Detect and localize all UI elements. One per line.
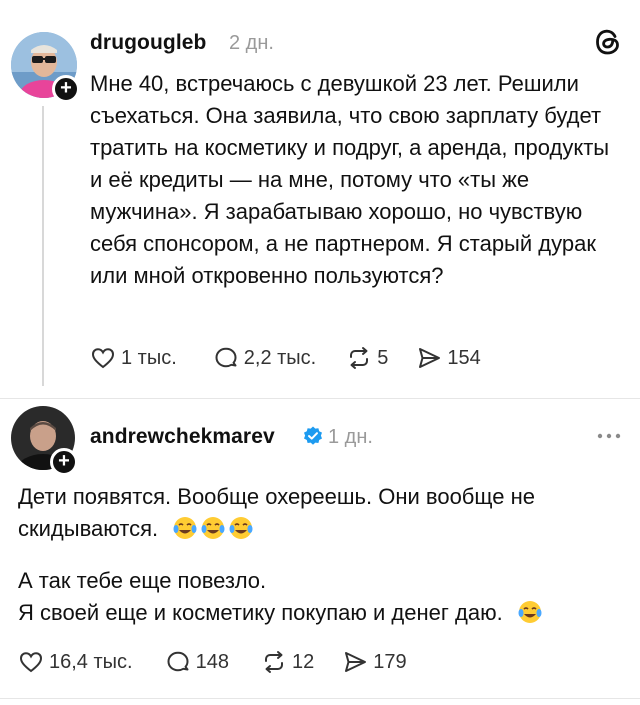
reply-body-paragraph-1: Дети появятся. Вообще охереешь. Они вооб…	[18, 481, 618, 545]
heart-icon	[19, 652, 43, 673]
face-with-tears-of-joy-icon	[518, 601, 542, 623]
comment-count: 148	[195, 650, 229, 673]
send-icon	[419, 348, 441, 368]
reply-text-2-line-2: Я своей еще и косметику покупаю и денег …	[18, 600, 503, 625]
post-body-text: Мне 40, встречаюсь с девушкой 23 лет. Ре…	[90, 71, 610, 288]
emoji-laughing-1	[172, 515, 198, 541]
comment-button[interactable]: 148	[165, 649, 229, 675]
share-count: 154	[447, 346, 481, 369]
comment-button[interactable]: 2,2 тыс.	[213, 345, 316, 371]
face-with-tears-of-joy-icon	[173, 517, 197, 539]
repost-icon	[264, 651, 283, 673]
face-with-tears-of-joy-icon	[229, 517, 253, 539]
repost-button[interactable]: 12	[261, 649, 314, 675]
face-with-tears-of-joy-icon	[201, 517, 225, 539]
reply-body-paragraph-2: А так тебе еще повезло. Я своей еще и ко…	[18, 565, 628, 629]
like-button[interactable]: 1 тыс.	[90, 345, 177, 371]
thread-post-2: + andrewchekmarev 1 дн. Дети появятся. В…	[0, 399, 640, 705]
post-timestamp: 2 дн.	[229, 32, 274, 54]
thread-connector-line	[42, 106, 44, 386]
send-icon	[345, 652, 367, 672]
post-author-username[interactable]: drugougleb	[90, 31, 206, 55]
repost-count: 5	[377, 346, 389, 369]
comment-bubble-icon	[215, 347, 237, 368]
emoji-laughing-3	[228, 515, 254, 541]
repost-icon	[350, 347, 369, 369]
repost-count: 12	[291, 650, 315, 673]
reply-text-2-line-2-wrap: Я своей еще и косметику покупаю и денег …	[18, 597, 628, 629]
like-button[interactable]: 16,4 тыс.	[18, 649, 133, 675]
emoji-laughing-2	[200, 515, 226, 541]
bottom-divider	[0, 698, 640, 699]
comment-count: 2,2 тыс.	[243, 346, 317, 369]
like-count: 16,4 тыс.	[49, 650, 133, 673]
share-count: 179	[373, 650, 407, 673]
reply-text-1: Дети появятся. Вообще охереешь. Они вооб…	[18, 484, 535, 541]
verified-badge-icon	[302, 425, 324, 452]
reply-text-2-line-1: А так тебе еще повезло.	[18, 568, 267, 593]
more-dots-icon[interactable]	[596, 427, 622, 445]
post-actions-bar: 1 тыс. 2,2 тыс. 5 154	[90, 345, 481, 371]
like-count: 1 тыс.	[121, 346, 177, 369]
reply-author-username[interactable]: andrewchekmarev	[90, 425, 275, 449]
heart-icon	[91, 348, 115, 369]
share-button[interactable]: 179	[342, 649, 407, 675]
follow-plus-button[interactable]: +	[52, 75, 80, 103]
reply-timestamp: 1 дн.	[328, 426, 373, 448]
follow-plus-button[interactable]: +	[50, 448, 78, 476]
share-button[interactable]: 154	[416, 345, 481, 371]
threads-logo-icon[interactable]	[593, 27, 623, 62]
emoji-laughing-4	[517, 599, 543, 625]
repost-button[interactable]: 5	[346, 345, 388, 371]
comment-bubble-icon	[167, 651, 189, 672]
thread-post-1: + drugougleb 2 дн. Мне 40, встречаюсь с …	[0, 0, 640, 400]
reply-actions-bar: 16,4 тыс. 148 12 179	[18, 649, 407, 675]
